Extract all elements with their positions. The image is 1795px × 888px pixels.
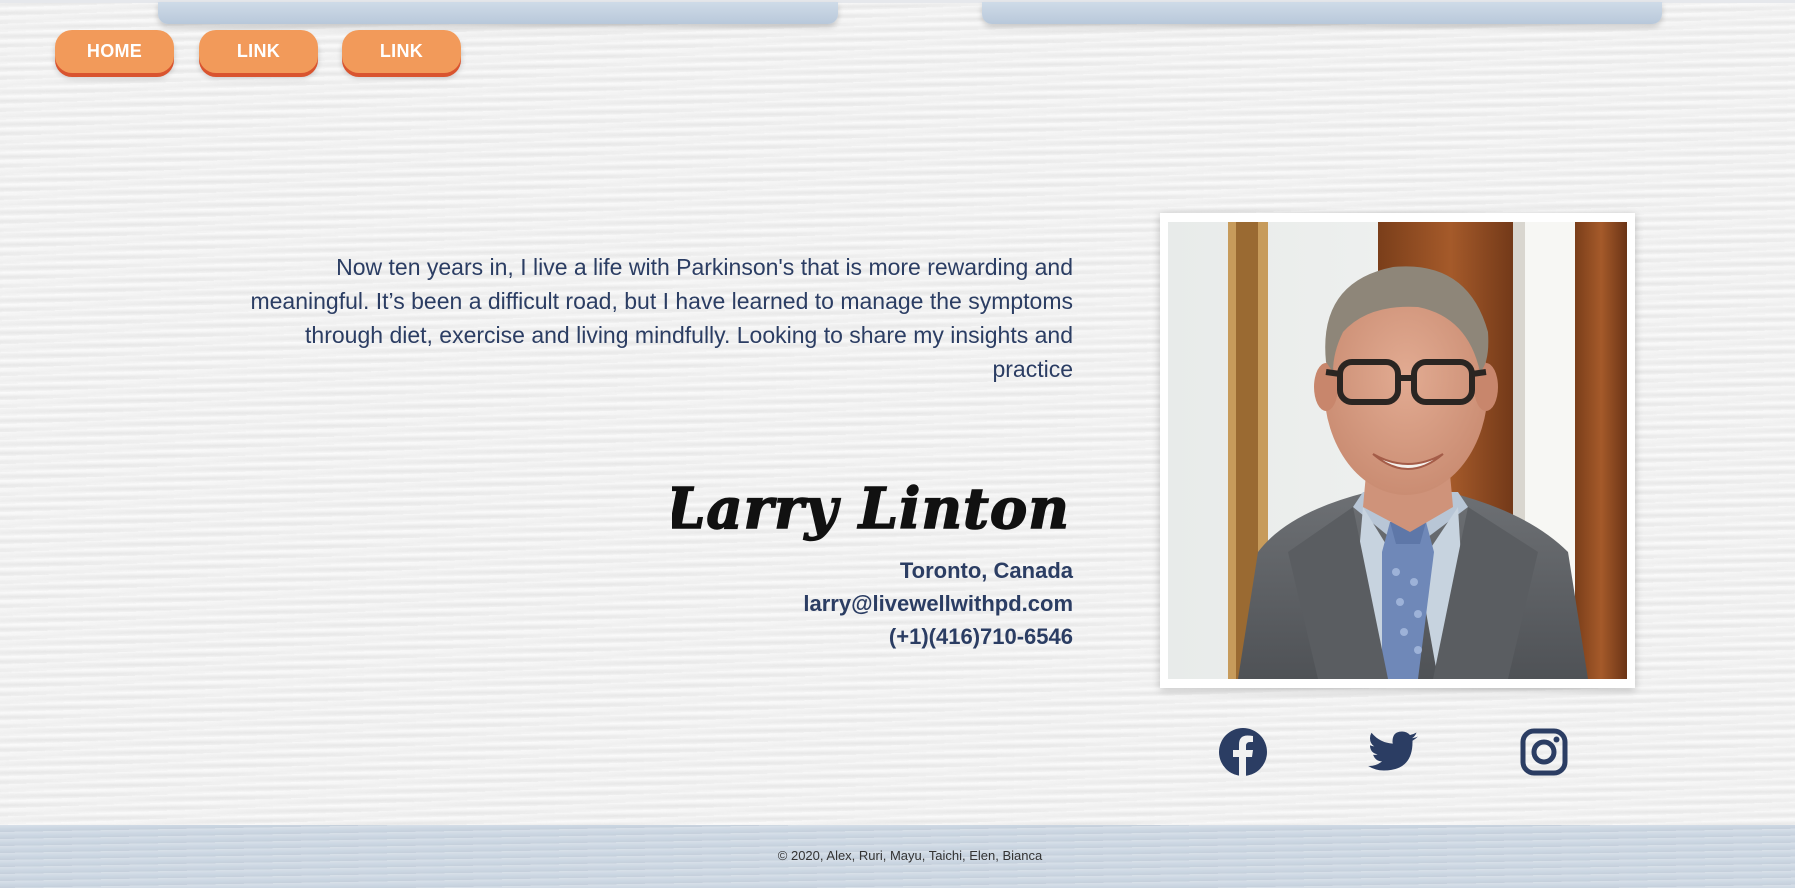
location-text: Toronto, Canada — [899, 558, 1073, 583]
phone-text: (+1)(416)710-6546 — [888, 624, 1073, 649]
page-footer: © 2020, Alex, Ruri, Mayu, Taichi, Elen, … — [0, 825, 1795, 888]
twitter-icon[interactable] — [1368, 726, 1420, 778]
email-link[interactable]: larry@livewellwithpd.com — [650, 587, 1073, 620]
profile-photo — [1168, 222, 1627, 679]
instagram-icon[interactable] — [1518, 726, 1570, 778]
facebook-icon[interactable] — [1217, 726, 1269, 778]
nav-link-button-1[interactable]: LINK — [199, 30, 318, 73]
nav-home-button[interactable]: HOME — [55, 30, 174, 73]
profile-photo-frame — [1160, 213, 1635, 688]
nav-link-button-2[interactable]: LINK — [342, 30, 461, 73]
signature-image: -Larry Linton — [672, 475, 1070, 543]
contact-info: Toronto, Canada larry@livewellwithpd.com… — [650, 554, 1073, 653]
bio-quote: Now ten years in, I live a life with Par… — [250, 254, 1073, 382]
top-tab-left — [158, 2, 838, 24]
copyright-text: © 2020, Alex, Ruri, Mayu, Taichi, Elen, … — [777, 848, 1043, 863]
top-tab-right — [982, 2, 1662, 24]
svg-text:-Larry Linton: -Larry Linton — [672, 476, 1070, 542]
